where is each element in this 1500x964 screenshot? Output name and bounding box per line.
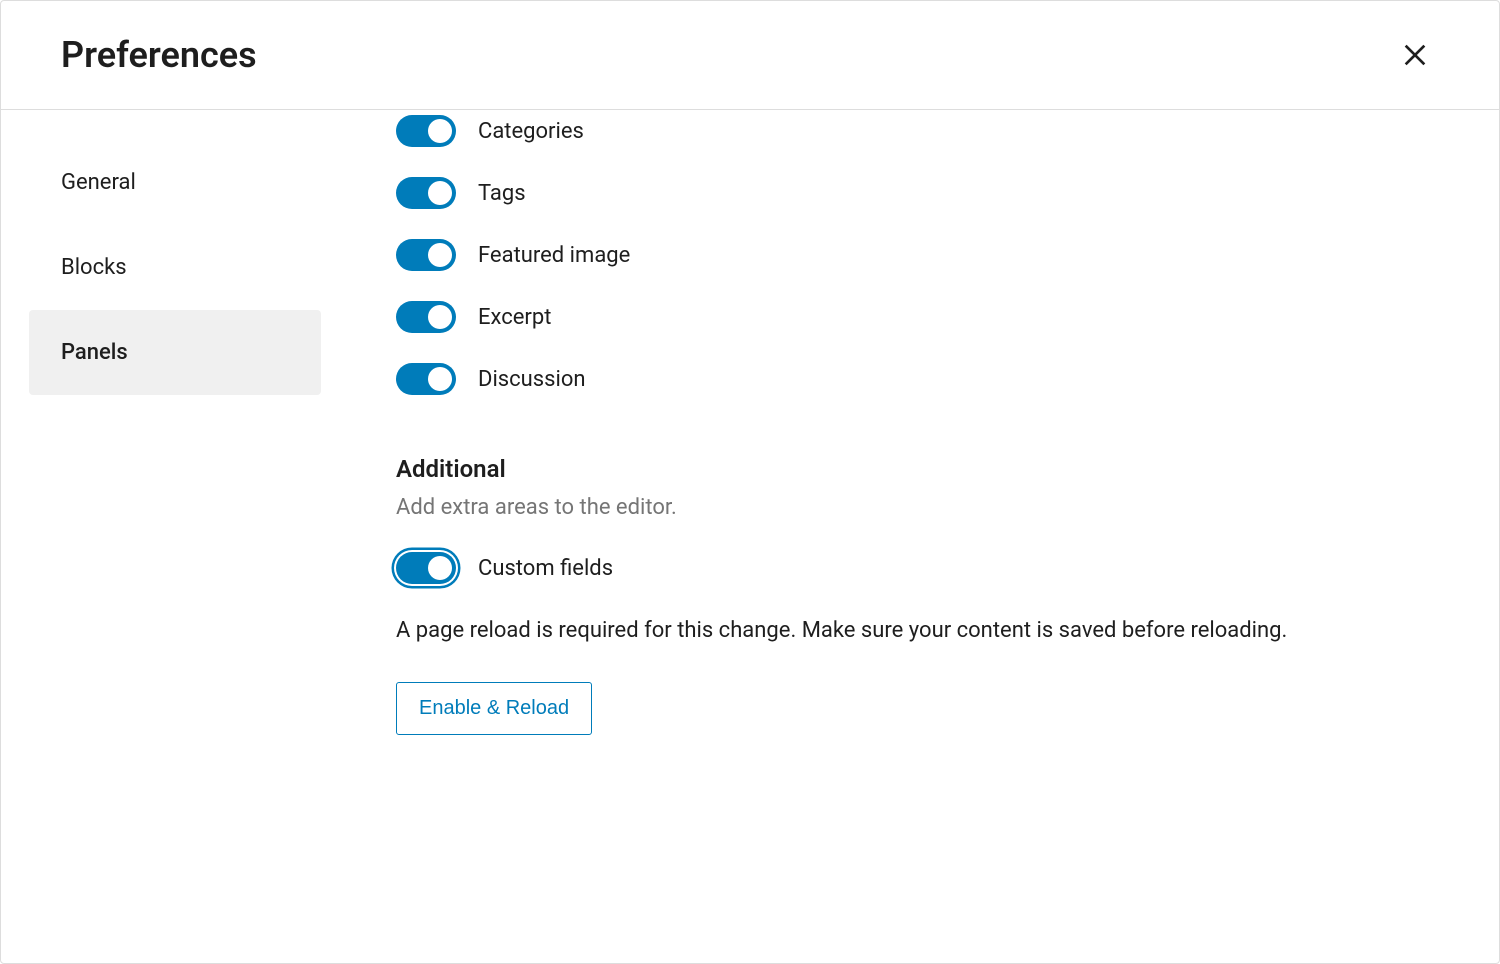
modal-header: Preferences [1,1,1499,110]
sidebar-item-label: General [61,170,136,195]
toggle-featured-image[interactable] [396,239,456,271]
section-title: Additional [396,455,1439,483]
toggle-knob [428,367,452,391]
sidebar-item-blocks[interactable]: Blocks [29,225,321,310]
toggle-knob [428,556,452,580]
toggle-label: Excerpt [478,305,551,330]
toggle-label: Tags [478,181,526,206]
toggle-label: Discussion [478,367,586,392]
content-panel: Categories Tags Featured image Excerpt [321,110,1499,963]
modal-title: Preferences [61,34,257,76]
toggle-row-discussion: Discussion [396,363,1439,395]
toggle-categories[interactable] [396,115,456,147]
sidebar: General Blocks Panels [1,110,321,963]
toggle-knob [428,305,452,329]
toggle-label: Custom fields [478,556,613,581]
toggle-row-categories: Categories [396,115,1439,147]
toggle-tags[interactable] [396,177,456,209]
sidebar-item-label: Blocks [61,255,127,280]
preferences-modal: Preferences General Blocks Panels [0,0,1500,964]
toggle-knob [428,119,452,143]
additional-section: Additional Add extra areas to the editor… [396,455,1439,735]
toggle-row-featured-image: Featured image [396,239,1439,271]
toggle-row-excerpt: Excerpt [396,301,1439,333]
sidebar-item-panels[interactable]: Panels [29,310,321,395]
toggle-row-tags: Tags [396,177,1439,209]
sidebar-item-label: Panels [61,340,128,365]
reload-notice: A page reload is required for this chang… [396,614,1296,648]
toggle-label: Featured image [478,243,630,268]
close-icon [1399,39,1431,71]
sidebar-item-general[interactable]: General [29,140,321,225]
toggle-custom-fields[interactable] [396,552,456,584]
toggle-knob [428,181,452,205]
close-button[interactable] [1391,31,1439,79]
enable-reload-button[interactable]: Enable & Reload [396,682,592,735]
toggle-discussion[interactable] [396,363,456,395]
toggle-excerpt[interactable] [396,301,456,333]
section-description: Add extra areas to the editor. [396,495,1439,520]
toggle-knob [428,243,452,267]
toggle-label: Categories [478,119,584,144]
modal-body: General Blocks Panels Categories Tags [1,110,1499,963]
toggle-row-custom-fields: Custom fields [396,552,1439,584]
